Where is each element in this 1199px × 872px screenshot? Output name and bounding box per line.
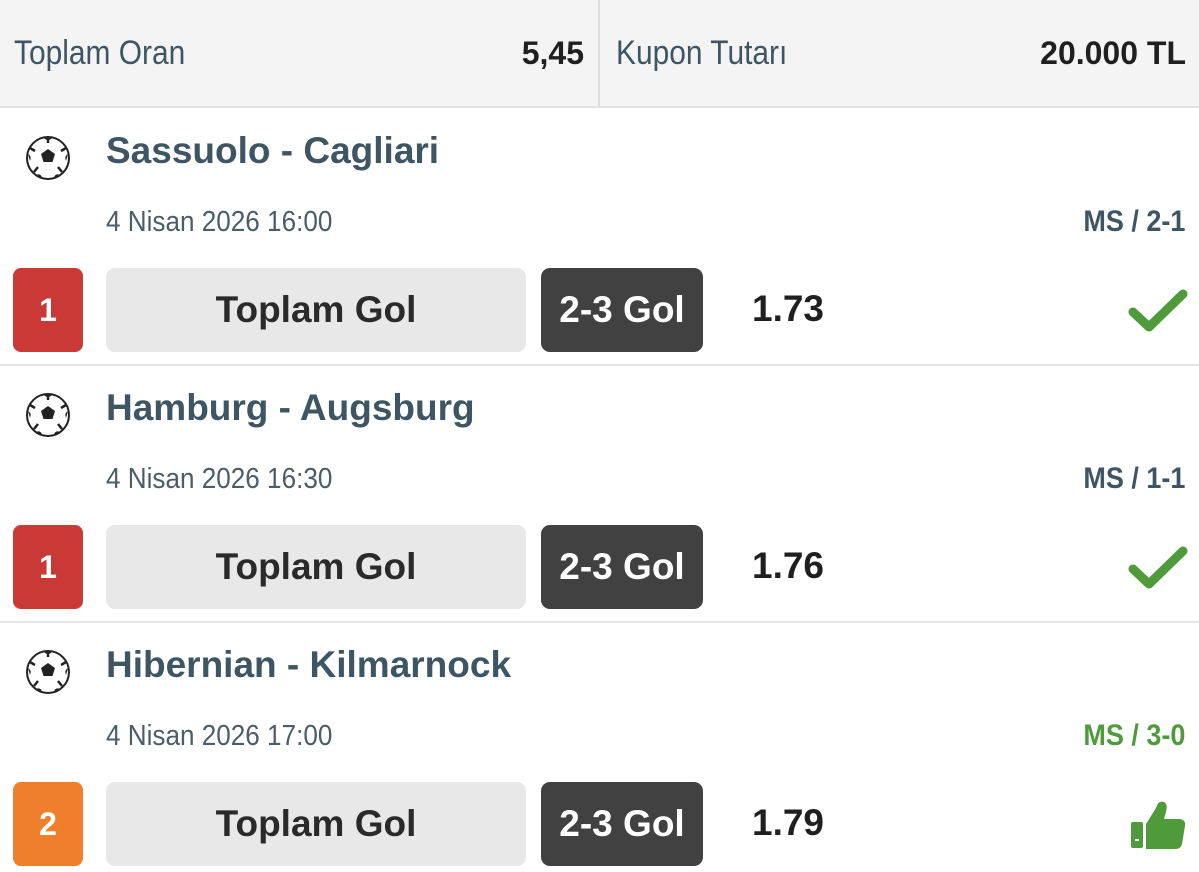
coupon-amount-value: 20.000 TL: [1040, 34, 1186, 71]
match-final-score: MS / 3-0: [1082, 719, 1185, 752]
selection-number-badge: 1: [13, 268, 83, 352]
summary-divider: [598, 0, 600, 106]
match-teams: Sassuolo - Cagliari: [106, 130, 440, 171]
total-odds: Toplam Oran 5,45: [14, 0, 584, 106]
checkmark-icon: [1128, 289, 1188, 332]
match-final-score: MS / 1-1: [1082, 462, 1185, 495]
soccer-ball-icon: [26, 650, 70, 694]
match-teams: Hibernian - Kilmarnock: [106, 644, 512, 685]
total-odds-label: Toplam Oran: [14, 33, 186, 72]
match-row[interactable]: Hibernian - Kilmarnock 4 Nisan 2026 17:0…: [0, 624, 1199, 872]
selected-outcome: 2-3 Gol: [541, 268, 703, 352]
match-row[interactable]: Sassuolo - Cagliari 4 Nisan 2026 16:00 M…: [0, 110, 1199, 366]
selection-odd: 1.79: [752, 802, 825, 843]
coupon-amount-label: Kupon Tutarı: [616, 33, 788, 72]
coupon-amount: Kupon Tutarı 20.000 TL: [616, 0, 1186, 106]
selected-outcome: 2-3 Gol: [541, 525, 703, 609]
soccer-ball-icon: [26, 393, 70, 437]
market-name: Toplam Gol: [106, 268, 526, 352]
match-teams: Hamburg - Augsburg: [106, 387, 475, 428]
match-row[interactable]: Hamburg - Augsburg 4 Nisan 2026 16:30 MS…: [0, 367, 1199, 623]
market-name: Toplam Gol: [106, 782, 526, 866]
soccer-ball-icon: [26, 136, 70, 180]
checkmark-icon: [1128, 546, 1188, 589]
selection-number-badge: 2: [13, 782, 83, 866]
match-final-score: MS / 2-1: [1082, 205, 1185, 238]
match-datetime: 4 Nisan 2026 16:30: [106, 463, 333, 495]
market-name: Toplam Gol: [106, 525, 526, 609]
coupon-summary: Toplam Oran 5,45 Kupon Tutarı 20.000 TL: [0, 0, 1199, 108]
selection-odd: 1.76: [752, 545, 825, 586]
match-datetime: 4 Nisan 2026 17:00: [106, 720, 333, 752]
selection-odd: 1.73: [752, 288, 825, 329]
selection-number-badge: 1: [13, 525, 83, 609]
selected-outcome: 2-3 Gol: [541, 782, 703, 866]
match-datetime: 4 Nisan 2026 16:00: [106, 206, 333, 238]
thumbs-up-icon: [1131, 801, 1186, 849]
total-odds-value: 5,45: [521, 34, 584, 71]
